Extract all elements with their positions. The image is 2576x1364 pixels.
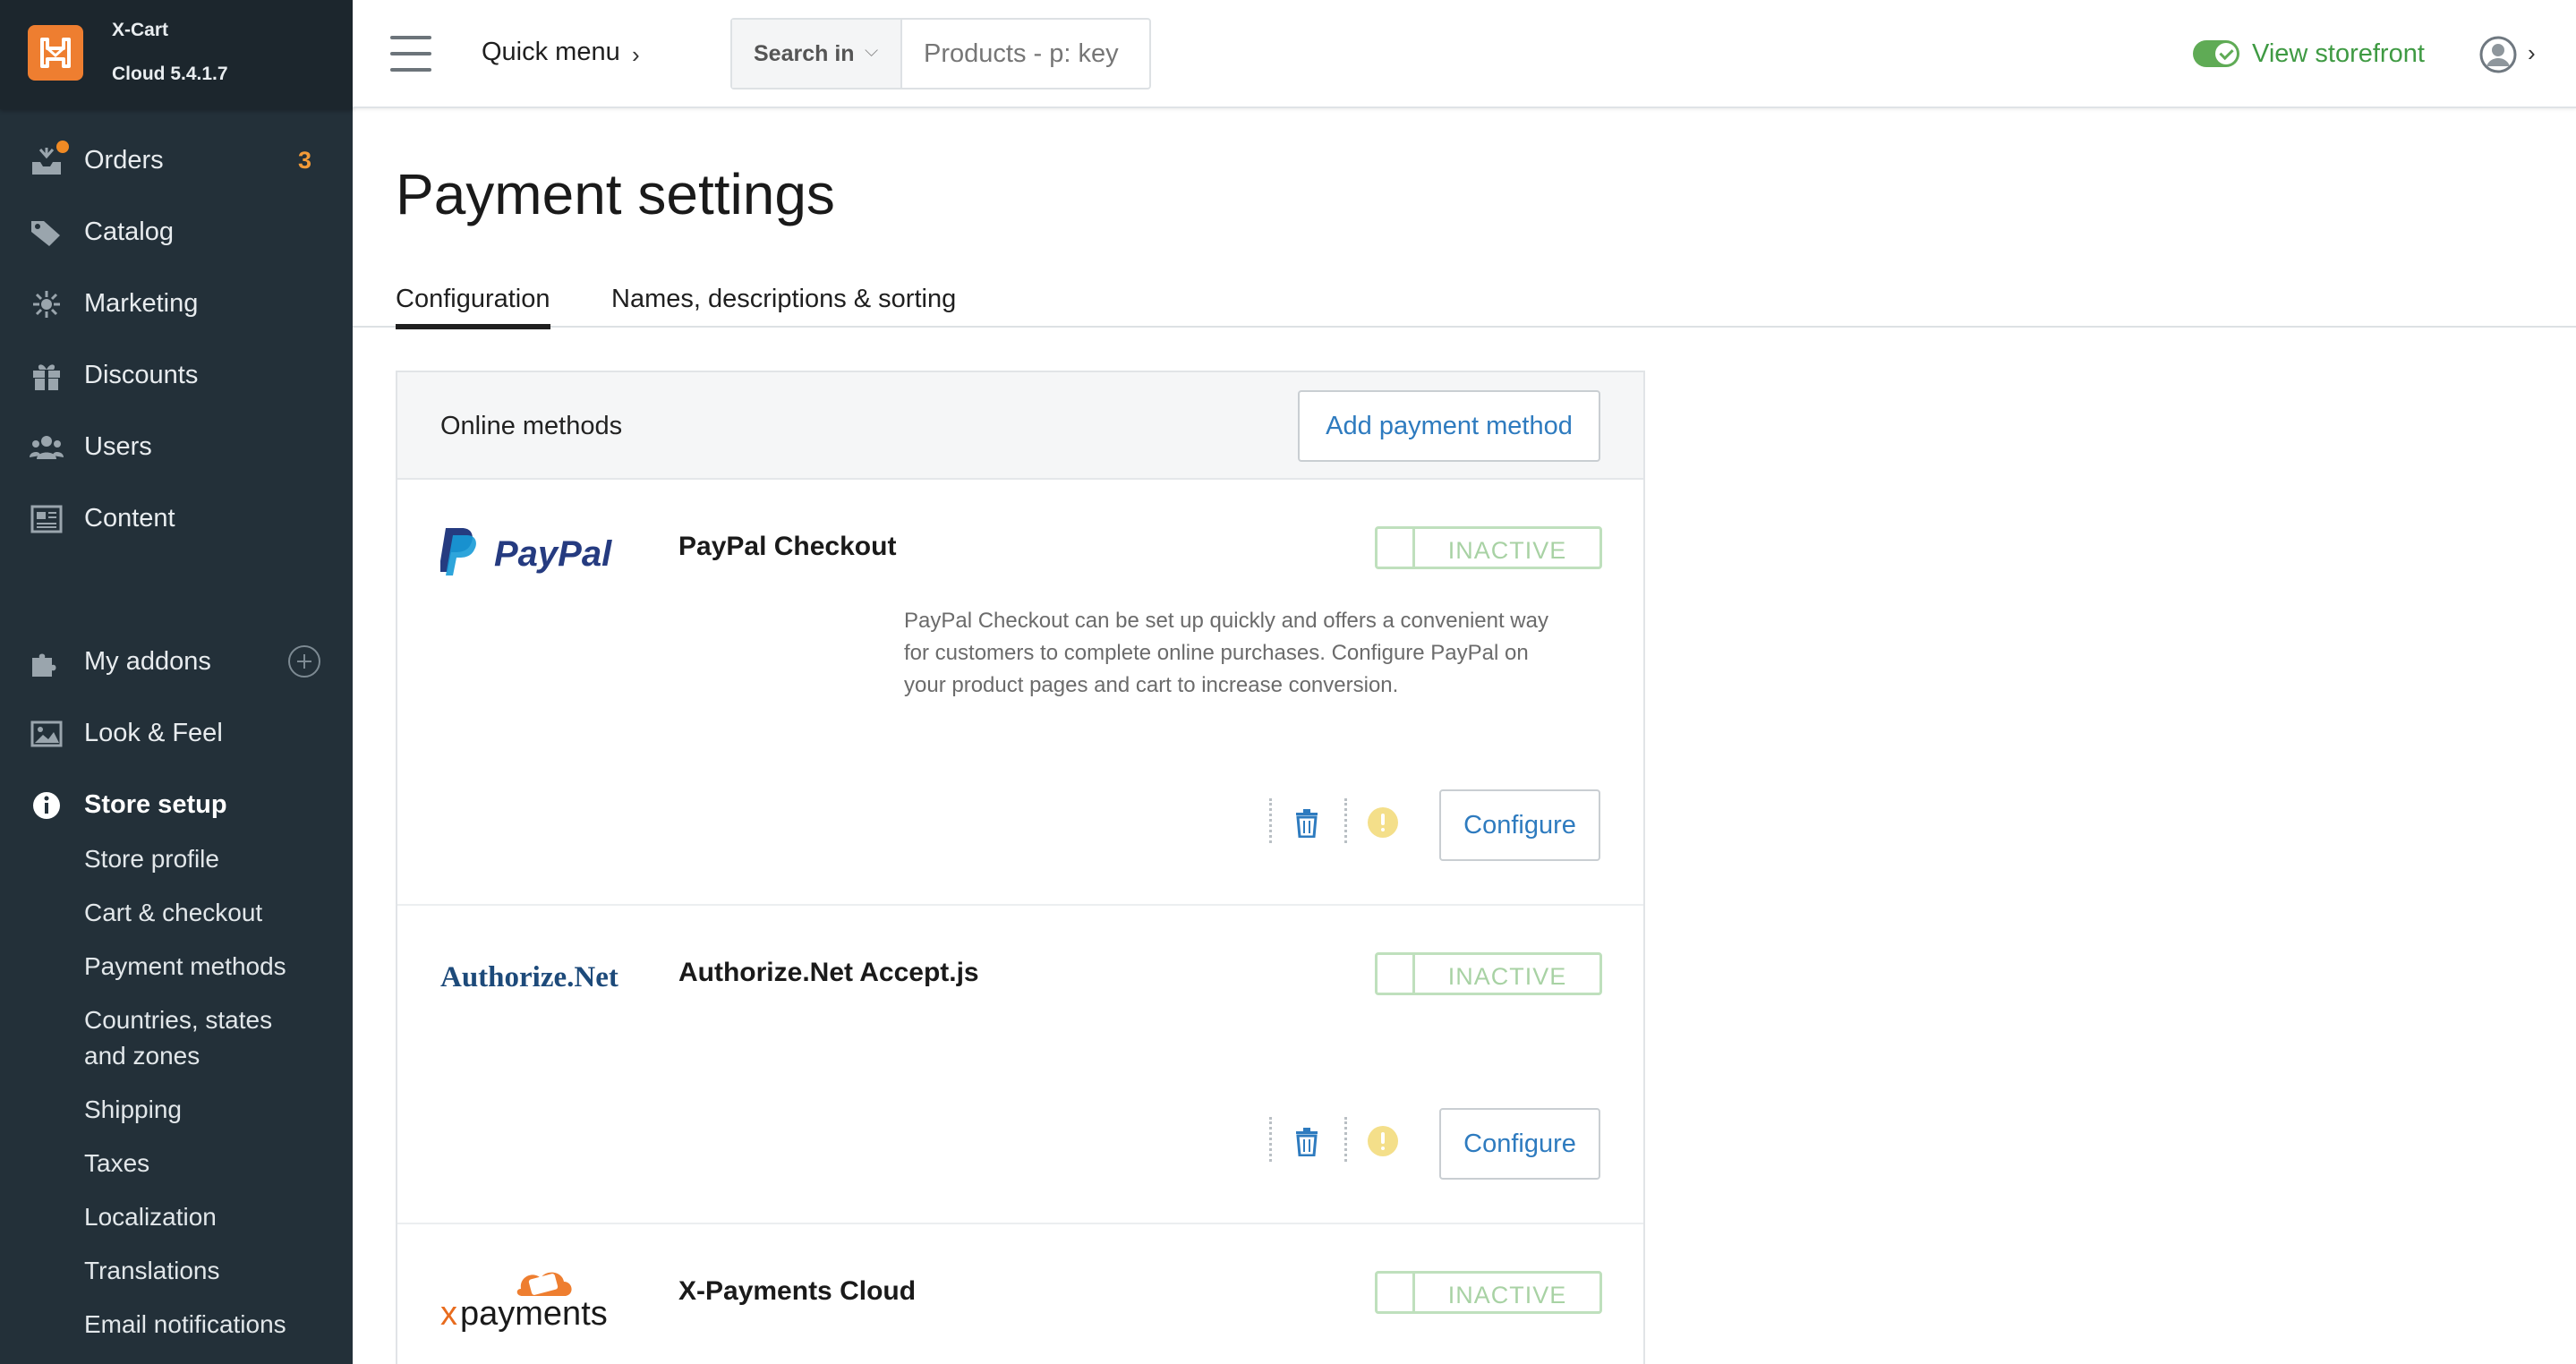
payment-method-actions: Configure [397, 1108, 1643, 1180]
authorize-net-logo-text: Authorize.Net [440, 961, 618, 993]
sidebar-item-label: Catalog [84, 217, 174, 246]
sidebar: X-Cart Cloud 5.4.1.7 Orders 3 Catalog Ma… [0, 0, 353, 1364]
content-icon [30, 504, 64, 534]
sidebar-item-look-feel[interactable]: Look & Feel [0, 708, 353, 758]
status-label: INACTIVE [1447, 537, 1567, 564]
tab-configuration[interactable]: Configuration [396, 285, 550, 329]
payment-method-row: PayPal PayPal Checkout INACTIVE PayPal C… [397, 480, 1643, 906]
sidebar-item-marketing[interactable]: Marketing [0, 278, 353, 328]
sidebar-item-label: Look & Feel [84, 718, 223, 747]
sidebar-subitem-shipping[interactable]: Shipping [84, 1092, 182, 1128]
payment-method-actions: Configure [397, 789, 1643, 861]
sidebar-item-users[interactable]: Users [0, 422, 353, 472]
sidebar-item-label: Store setup [84, 789, 227, 819]
sidebar-subitem-translations[interactable]: Translations [84, 1253, 219, 1289]
payment-method-name: PayPal Checkout [678, 532, 897, 561]
hamburger-menu-icon[interactable] [390, 36, 431, 72]
search-in-label: Search in [754, 41, 855, 66]
orders-count-badge: 3 [297, 146, 311, 174]
xpayments-logo-text: payments [460, 1295, 608, 1333]
status-toggle[interactable]: INACTIVE [1375, 1271, 1602, 1314]
chevron-right-icon[interactable]: › [2528, 39, 2536, 67]
sidebar-subitem-cart-checkout[interactable]: Cart & checkout [84, 895, 262, 931]
storefront-toggle-icon[interactable] [2193, 40, 2239, 67]
view-storefront-label[interactable]: View storefront [2252, 39, 2425, 69]
trash-icon[interactable] [1294, 1128, 1319, 1156]
status-toggle[interactable]: INACTIVE [1375, 952, 1602, 995]
status-label: INACTIVE [1447, 963, 1567, 990]
xpayments-logo-x: x [440, 1295, 457, 1333]
marketing-icon [30, 289, 64, 320]
payment-method-name: X-Payments Cloud [678, 1276, 917, 1306]
panel-heading: Online methods [440, 412, 623, 440]
status-toggle[interactable]: INACTIVE [1375, 526, 1602, 569]
xpayments-logo-icon: x payments [440, 1257, 628, 1337]
brand-header: X-Cart Cloud 5.4.1.7 [0, 0, 353, 109]
sidebar-item-label: Marketing [84, 288, 199, 318]
payment-method-name: Authorize.Net Accept.js [678, 958, 979, 987]
paypal-logo-text: PayPal [494, 534, 612, 574]
users-icon [30, 432, 64, 463]
puzzle-icon [30, 647, 64, 678]
brand-name: X-Cart [112, 20, 169, 40]
sidebar-item-label: Orders [84, 145, 164, 175]
warning-icon[interactable] [1368, 807, 1398, 838]
authorize-net-logo-icon: Authorize.Net [440, 949, 628, 1011]
chevron-down-icon: ⌵ [865, 41, 879, 61]
tab-bar: Configuration Names, descriptions & sort… [353, 285, 2576, 329]
warning-icon[interactable] [1368, 1126, 1398, 1156]
search-in-dropdown[interactable]: Search in ⌵ [732, 20, 902, 88]
sidebar-subitem-payment-methods[interactable]: Payment methods [84, 949, 286, 985]
add-addon-icon[interactable] [288, 645, 320, 678]
sidebar-item-store-setup[interactable]: Store setup [0, 780, 353, 830]
sidebar-subitem-email-notifications[interactable]: Email notifications [84, 1307, 286, 1343]
payment-method-row: x payments X-Payments Cloud INACTIVE [397, 1224, 1643, 1364]
search-input[interactable] [904, 20, 1149, 88]
sidebar-subitem-countries-states-line2[interactable]: and zones [84, 1038, 200, 1074]
info-icon [30, 790, 64, 821]
configure-button[interactable]: Configure [1439, 1108, 1600, 1180]
tab-names-descriptions-sorting[interactable]: Names, descriptions & sorting [611, 285, 956, 328]
panel-header: Online methods Add payment method [397, 372, 1643, 480]
brand-version: Cloud 5.4.1.7 [112, 64, 228, 84]
sidebar-item-label: Content [84, 503, 175, 533]
search-box: Search in ⌵ [730, 18, 1151, 90]
sidebar-subitem-localization[interactable]: Localization [84, 1199, 217, 1235]
gift-icon [30, 361, 64, 391]
sidebar-item-label: My addons [84, 646, 211, 676]
page-title: Payment settings [396, 162, 835, 226]
sidebar-item-orders[interactable]: Orders 3 [0, 135, 353, 185]
sidebar-item-label: Discounts [84, 360, 199, 389]
orders-notification-dot [56, 141, 69, 153]
sidebar-subitem-taxes[interactable]: Taxes [84, 1146, 149, 1181]
sidebar-item-discounts[interactable]: Discounts [0, 350, 353, 400]
payment-method-description: PayPal Checkout can be set up quickly an… [904, 609, 1548, 697]
payment-method-row: Authorize.Net Authorize.Net Accept.js IN… [397, 906, 1643, 1224]
sidebar-subitem-store-profile[interactable]: Store profile [84, 841, 219, 877]
quick-menu-button[interactable]: Quick menu [482, 38, 620, 67]
image-icon [30, 719, 64, 749]
online-methods-panel: Online methods Add payment method PayPal… [396, 371, 1645, 1364]
status-label: INACTIVE [1447, 1282, 1567, 1309]
view-storefront-link[interactable]: View storefront [2193, 36, 2425, 72]
user-avatar-icon[interactable] [2479, 36, 2517, 73]
paypal-logo-icon: PayPal [439, 521, 628, 584]
sidebar-item-content[interactable]: Content [0, 493, 353, 543]
sidebar-item-catalog[interactable]: Catalog [0, 207, 353, 257]
sidebar-item-label: Users [84, 431, 152, 461]
sidebar-subitem-countries-states[interactable]: Countries, states [84, 1002, 272, 1038]
add-payment-method-button[interactable]: Add payment method [1298, 390, 1600, 462]
xcart-logo-icon[interactable] [28, 25, 83, 81]
tag-icon [30, 217, 64, 248]
trash-icon[interactable] [1294, 809, 1319, 838]
configure-button[interactable]: Configure [1439, 789, 1600, 861]
chevron-right-icon: › [632, 41, 640, 68]
top-bar: Quick menu › Search in ⌵ View storefront… [353, 0, 2576, 108]
sidebar-item-my-addons[interactable]: My addons [0, 636, 353, 686]
